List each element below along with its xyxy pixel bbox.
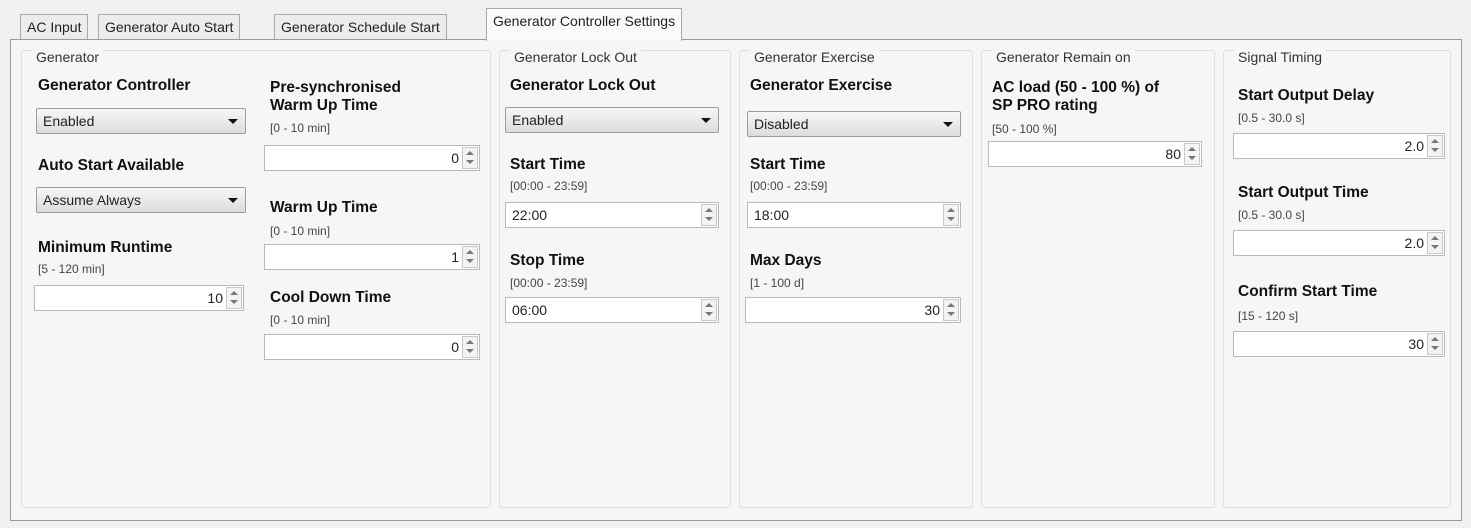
minimum-runtime-label: Minimum Runtime (38, 239, 173, 256)
max-days-value: 30 (924, 302, 940, 318)
max-days-label: Max Days (750, 252, 822, 269)
start-output-time-label: Start Output Time (1238, 184, 1369, 201)
cooldown-time-range: [0 - 10 min] (270, 313, 331, 327)
chevron-down-icon (701, 118, 711, 123)
lockout-stop-time-label: Stop Time (510, 252, 585, 269)
spinner-arrows-icon[interactable] (462, 336, 478, 358)
spinner-arrows-icon[interactable] (226, 287, 242, 309)
start-output-time-value: 2.0 (1404, 235, 1424, 251)
generator-exercise-value: Disabled (754, 116, 809, 132)
lockout-start-time-spinner[interactable]: 22:00 (505, 202, 719, 228)
cooldown-time-label: Cool Down Time (270, 289, 392, 306)
generator-remain-on-group-title: Generator Remain on (992, 49, 1135, 65)
generator-remain-on-group: Generator Remain on AC load (50 - 100 %)… (981, 49, 1215, 508)
spinner-arrows-icon[interactable] (943, 204, 959, 226)
warmup-time-spinner[interactable]: 1 (264, 244, 480, 270)
spinner-arrows-icon[interactable] (1184, 143, 1200, 165)
cooldown-time-value: 0 (451, 339, 459, 355)
generator-controller-label: Generator Controller (38, 77, 191, 94)
auto-start-available-select[interactable]: Assume Always (36, 187, 246, 213)
ac-load-value: 80 (1165, 146, 1181, 162)
lockout-start-time-label: Start Time (510, 156, 586, 173)
exercise-start-time-value: 18:00 (754, 207, 790, 223)
confirm-start-time-label: Confirm Start Time (1238, 283, 1378, 300)
presync-warmup-label-line2: Warm Up Time (270, 97, 378, 114)
exercise-start-time-spinner[interactable]: 18:00 (747, 202, 961, 228)
warmup-time-range: [0 - 10 min] (270, 224, 331, 238)
start-output-time-range: [0.5 - 30.0 s] (1238, 208, 1305, 222)
signal-timing-group: Signal Timing Start Output Delay [0.5 - … (1223, 49, 1451, 508)
generator-lockout-value: Enabled (512, 112, 564, 128)
chevron-down-icon (228, 119, 238, 124)
chevron-down-icon (943, 122, 953, 127)
lockout-stop-time-value: 06:00 (512, 302, 548, 318)
start-output-delay-spinner[interactable]: 2.0 (1233, 133, 1445, 159)
generator-controller-select[interactable]: Enabled (36, 108, 246, 134)
spinner-arrows-icon[interactable] (701, 299, 717, 321)
spinner-arrows-icon[interactable] (943, 299, 959, 321)
signal-timing-group-title: Signal Timing (1234, 49, 1327, 65)
presync-warmup-spinner[interactable]: 0 (264, 145, 480, 171)
ac-load-label-line1: AC load (50 - 100 %) of (992, 79, 1160, 96)
generator-exercise-group-title: Generator Exercise (750, 49, 879, 65)
tab-generator-auto-start[interactable]: Generator Auto Start (98, 14, 241, 39)
minimum-runtime-spinner[interactable]: 10 (34, 285, 244, 311)
confirm-start-time-spinner[interactable]: 30 (1233, 331, 1445, 357)
generator-controller-value: Enabled (43, 113, 95, 129)
ac-load-label-line2: SP PRO rating (992, 97, 1098, 114)
ac-load-range: [50 - 100 %] (992, 122, 1057, 136)
lockout-start-time-value: 22:00 (512, 207, 548, 223)
presync-warmup-value: 0 (451, 150, 459, 166)
generator-group: Generator Generator Controller Enabled A… (21, 49, 491, 508)
spinner-arrows-icon[interactable] (1427, 333, 1443, 355)
generator-exercise-label: Generator Exercise (750, 77, 893, 94)
generator-lockout-group: Generator Lock Out Generator Lock Out En… (499, 49, 731, 508)
spinner-arrows-icon[interactable] (1427, 135, 1443, 157)
tab-ac-input[interactable]: AC Input (20, 14, 89, 39)
generator-exercise-group: Generator Exercise Generator Exercise Di… (739, 49, 973, 508)
spinner-arrows-icon[interactable] (701, 204, 717, 226)
exercise-start-time-range: [00:00 - 23:59] (750, 179, 828, 193)
spinner-arrows-icon[interactable] (462, 147, 478, 169)
max-days-range: [1 - 100 d] (750, 276, 805, 290)
generator-lockout-group-title: Generator Lock Out (510, 49, 641, 65)
auto-start-available-label: Auto Start Available (38, 157, 185, 174)
cooldown-time-spinner[interactable]: 0 (264, 334, 480, 360)
tab-generator-controller-settings[interactable]: Generator Controller Settings (486, 8, 683, 41)
chevron-down-icon (228, 198, 238, 203)
generator-lockout-select[interactable]: Enabled (505, 107, 719, 133)
generator-group-title: Generator (32, 49, 104, 65)
generator-lockout-label: Generator Lock Out (510, 77, 656, 94)
spinner-arrows-icon[interactable] (462, 246, 478, 268)
warmup-time-value: 1 (451, 249, 459, 265)
start-output-delay-label: Start Output Delay (1238, 87, 1375, 104)
lockout-stop-time-spinner[interactable]: 06:00 (505, 297, 719, 323)
confirm-start-time-range: [15 - 120 s] (1238, 309, 1299, 323)
minimum-runtime-value: 10 (207, 290, 223, 306)
settings-panel: Generator Generator Controller Enabled A… (10, 39, 1462, 521)
confirm-start-time-value: 30 (1408, 336, 1424, 352)
start-output-delay-range: [0.5 - 30.0 s] (1238, 111, 1305, 125)
auto-start-available-value: Assume Always (43, 192, 142, 208)
max-days-spinner[interactable]: 30 (745, 297, 961, 323)
generator-exercise-select[interactable]: Disabled (747, 111, 961, 137)
exercise-start-time-label: Start Time (750, 156, 826, 173)
lockout-stop-time-range: [00:00 - 23:59] (510, 276, 588, 290)
lockout-start-time-range: [00:00 - 23:59] (510, 179, 588, 193)
minimum-runtime-range: [5 - 120 min] (38, 262, 105, 276)
spinner-arrows-icon[interactable] (1427, 232, 1443, 254)
presync-warmup-range: [0 - 10 min] (270, 121, 331, 135)
start-output-time-spinner[interactable]: 2.0 (1233, 230, 1445, 256)
presync-warmup-label-line1: Pre-synchronised (270, 79, 401, 96)
tab-generator-schedule-start[interactable]: Generator Schedule Start (274, 14, 447, 39)
warmup-time-label: Warm Up Time (270, 199, 378, 216)
start-output-delay-value: 2.0 (1404, 138, 1424, 154)
ac-load-spinner[interactable]: 80 (988, 141, 1202, 167)
